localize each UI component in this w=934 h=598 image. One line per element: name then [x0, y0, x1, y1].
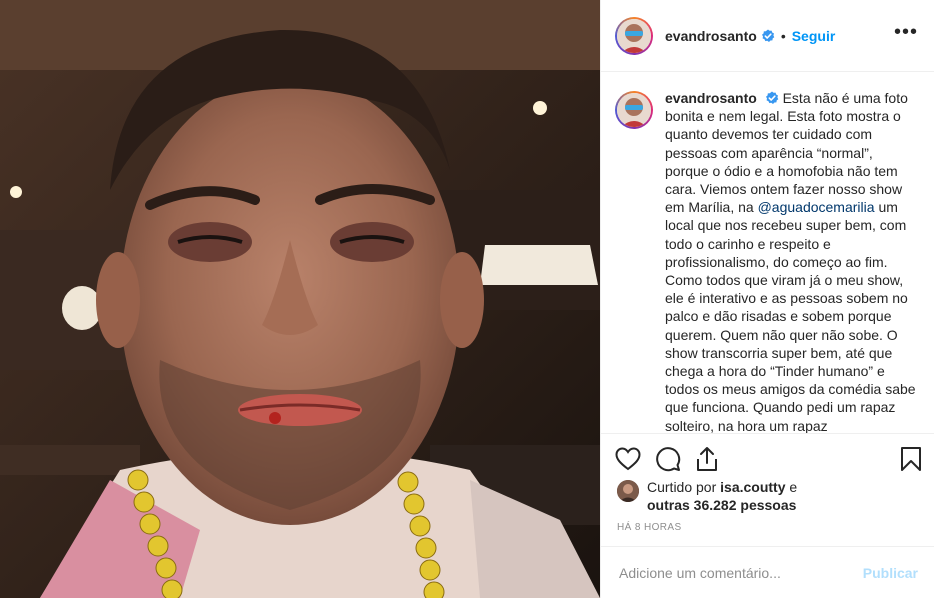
- likes-summary: Curtido por isa.coutty e outras 36.282 p…: [617, 478, 918, 514]
- caption-body-part1: Esta não é uma foto bonita e nem legal. …: [665, 90, 908, 216]
- avatar: [617, 18, 651, 53]
- avatar-image: [617, 93, 651, 127]
- heart-icon[interactable]: [615, 446, 641, 471]
- bookmark-icon[interactable]: [900, 446, 922, 472]
- verified-badge-icon: [761, 29, 775, 43]
- post-header: evandrosanto • Seguir •••: [601, 0, 934, 72]
- likes-connector: e: [789, 479, 798, 495]
- caption-username[interactable]: evandrosanto: [665, 90, 757, 106]
- caption-section: evandrosanto Esta não é uma foto bonita …: [601, 73, 934, 433]
- post-timestamp[interactable]: HÁ 8 HORAS: [617, 522, 682, 533]
- likes-text: Curtido por isa.coutty e outras 36.282 p…: [647, 478, 797, 514]
- comment-form: Publicar: [601, 546, 934, 598]
- caption-mention-link[interactable]: @aguadocemarilia: [758, 199, 875, 215]
- comment-input[interactable]: [617, 563, 863, 582]
- follow-button[interactable]: Seguir: [792, 28, 836, 44]
- comment-icon[interactable]: [655, 446, 681, 472]
- post-photo[interactable]: [0, 0, 600, 598]
- verified-badge-icon: [765, 91, 779, 105]
- header-separator: •: [780, 27, 786, 44]
- caption-author-avatar[interactable]: [615, 91, 653, 129]
- share-icon[interactable]: [695, 446, 719, 472]
- caption-text: evandrosanto Esta não é uma foto bonita …: [665, 89, 918, 433]
- author-avatar[interactable]: [615, 16, 653, 55]
- caption-body-part2: um local que nos recebeu super bem, com …: [665, 199, 916, 433]
- instagram-post-modal: evandrosanto • Seguir ••• evandrosanto E…: [0, 0, 934, 598]
- author-username[interactable]: evandrosanto: [665, 28, 757, 44]
- action-bar: [601, 433, 934, 483]
- liker-avatar[interactable]: [617, 480, 639, 502]
- avatar-image: [617, 18, 651, 53]
- others-likes-link[interactable]: outras 36.282 pessoas: [647, 497, 796, 513]
- likes-prefix: Curtido por: [647, 479, 717, 495]
- first-liker-link[interactable]: isa.coutty: [720, 479, 785, 495]
- more-options-button[interactable]: •••: [894, 22, 918, 45]
- post-side-panel: evandrosanto • Seguir ••• evandrosanto E…: [600, 0, 934, 598]
- selfie-photo: [0, 0, 600, 598]
- avatar: [617, 93, 651, 127]
- publish-button[interactable]: Publicar: [863, 565, 918, 581]
